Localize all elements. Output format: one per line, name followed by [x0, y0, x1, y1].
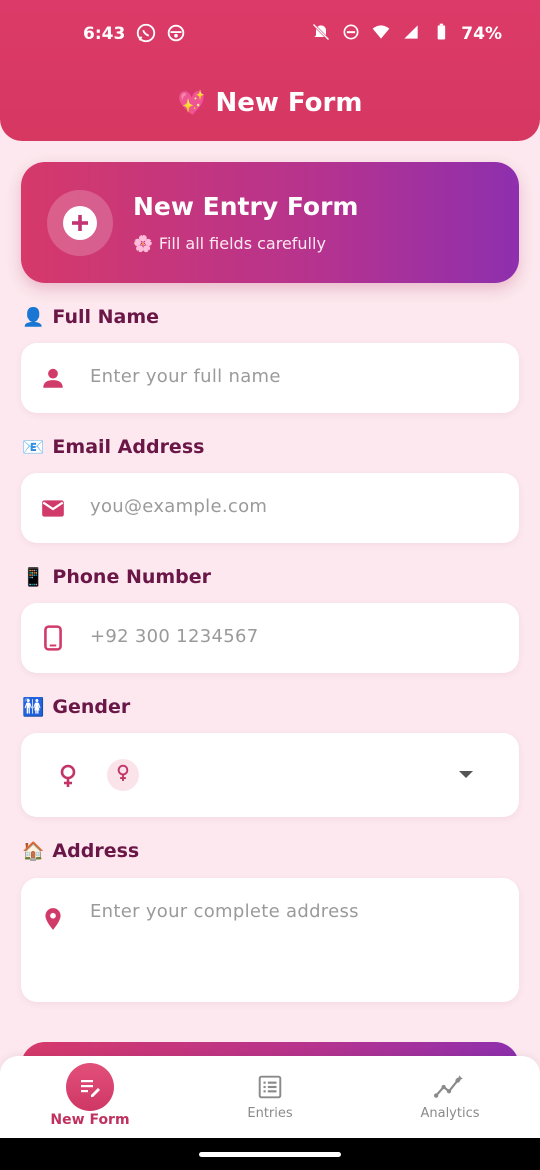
blossom-icon: 🌸 [133, 234, 153, 253]
person-icon [40, 365, 66, 391]
edit-note-icon [66, 1063, 114, 1111]
phone-label-text: Phone Number [52, 566, 212, 588]
full-name-label-text: Full Name [52, 306, 160, 328]
add-circle-icon [47, 190, 113, 256]
gender-label-text: Gender [52, 696, 131, 718]
email-field[interactable]: you@example.com [21, 473, 519, 543]
mobile-phone-emoji-icon: 📱 [22, 566, 45, 588]
full-name-field[interactable]: Enter your full name [21, 343, 519, 413]
location-pin-icon [40, 906, 66, 932]
status-app-icons [135, 22, 187, 48]
nav-analytics[interactable]: Analytics [360, 1056, 540, 1138]
dnd-icon [341, 22, 361, 46]
email-label: 📧 Email Address [22, 436, 204, 458]
whatsapp-icon [135, 22, 157, 48]
status-bar: 6:43 74% [0, 22, 540, 48]
house-emoji-icon: 🏠 [22, 840, 45, 862]
restroom-emoji-icon: 🚻 [22, 696, 45, 718]
form-header-title: New Entry Form [133, 192, 359, 221]
list-icon [257, 1074, 283, 1104]
nav-entries[interactable]: Entries [180, 1056, 360, 1138]
dropdown-arrow-icon[interactable] [459, 771, 473, 778]
address-field[interactable]: Enter your complete address [21, 878, 519, 1002]
address-placeholder: Enter your complete address [90, 901, 359, 922]
sparkling-heart-icon: 💖 [177, 89, 208, 117]
full-name-label: 👤 Full Name [22, 306, 159, 328]
analytics-icon [434, 1074, 464, 1104]
phone-label: 📱 Phone Number [22, 566, 211, 588]
mail-icon [40, 495, 66, 521]
form-header-card: New Entry Form 🌸 Fill all fields careful… [21, 162, 519, 283]
bottom-nav: New Form Entries Analytics [0, 1056, 540, 1138]
gender-dropdown[interactable] [21, 733, 519, 817]
page-title: 💖 New Form [0, 88, 540, 118]
mute-icon [311, 22, 331, 46]
gender-selected-chip [107, 759, 139, 791]
female-chip-icon [115, 763, 131, 787]
battery-percent: 74% [461, 24, 502, 44]
status-time: 6:43 [83, 24, 126, 44]
page-title-text: New Form [215, 88, 363, 118]
screen: 6:43 74% 💖 New Form New Entry Form 🌸 Fil… [0, 0, 540, 1170]
email-placeholder: you@example.com [90, 496, 268, 517]
full-name-placeholder: Enter your full name [90, 366, 281, 387]
nav-analytics-label: Analytics [420, 1106, 480, 1121]
email-emoji-icon: 📧 [22, 436, 45, 458]
home-gesture-handle[interactable] [199, 1152, 341, 1157]
nav-new-form-label: New Form [50, 1112, 130, 1128]
nav-entries-label: Entries [247, 1106, 293, 1121]
form-header-subtitle-text: Fill all fields carefully [158, 234, 326, 253]
status-right-icons: 74% [311, 22, 502, 46]
nav-new-form[interactable]: New Form [0, 1056, 180, 1138]
app-notification-icon [165, 22, 187, 48]
email-label-text: Email Address [52, 436, 205, 458]
address-label: 🏠 Address [22, 840, 139, 862]
phone-icon [40, 624, 66, 651]
system-nav-bar [0, 1138, 540, 1170]
battery-icon [431, 22, 451, 46]
person-emoji-icon: 👤 [22, 306, 45, 328]
form-header-subtitle: 🌸 Fill all fields carefully [133, 234, 326, 253]
female-icon [57, 763, 79, 789]
app-bar: 6:43 74% 💖 New Form [0, 0, 540, 141]
wifi-icon [371, 22, 391, 46]
phone-placeholder: +92 300 1234567 [90, 626, 259, 647]
gender-label: 🚻 Gender [22, 696, 130, 718]
phone-field[interactable]: +92 300 1234567 [21, 603, 519, 673]
signal-icon [401, 22, 421, 46]
address-label-text: Address [52, 840, 140, 862]
